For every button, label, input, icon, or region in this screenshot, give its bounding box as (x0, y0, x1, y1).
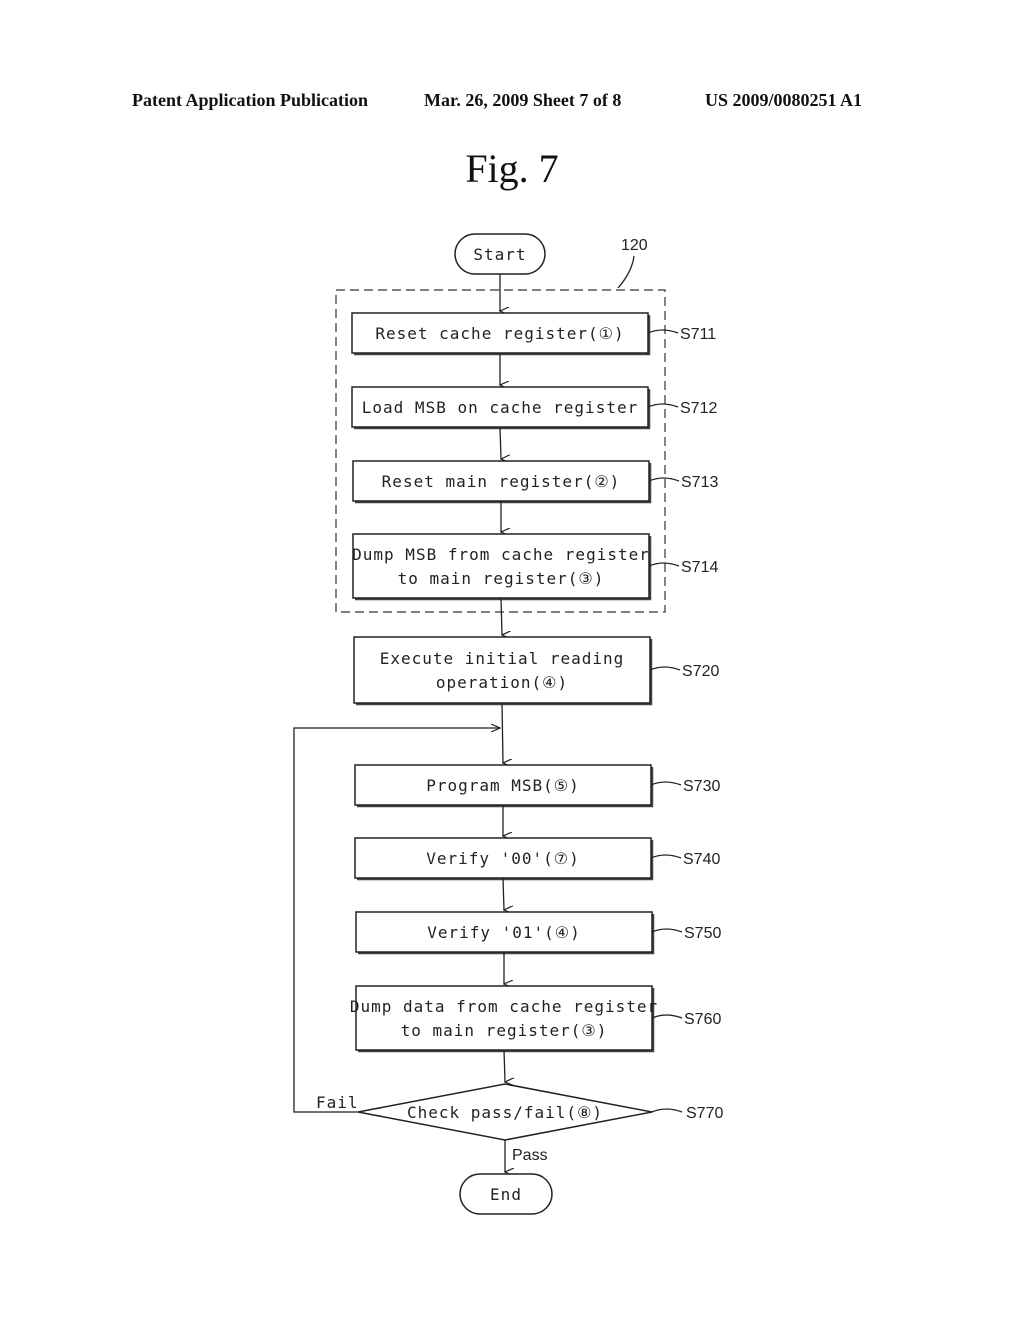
decision-text: Check pass/fail(⑧) (407, 1103, 603, 1122)
start-label: Start (473, 245, 526, 264)
arrow-s760-to-decision (503, 1049, 505, 1082)
step-s714-ref: S714 (681, 559, 718, 576)
step-s711-ref-leader (647, 329, 679, 334)
step-s712-text: Load MSB on cache register (362, 398, 638, 417)
step-s714-box (352, 533, 650, 599)
step-s740-ref: S740 (683, 851, 720, 868)
step-s740-ref-leader (650, 854, 682, 859)
step-s713-ref: S713 (681, 474, 718, 491)
group-120-ref: 120 (621, 237, 648, 254)
step-s711-text: Reset cache register(①) (375, 324, 624, 343)
step-s714-text: to main register(③) (398, 569, 605, 588)
decision-ref-leader (651, 1108, 683, 1113)
step-s730-ref: S730 (683, 778, 720, 795)
arrow-s714-to-next (500, 597, 502, 635)
step-s760-ref: S760 (684, 1011, 721, 1028)
arrow-s740-to-next (502, 877, 504, 910)
step-s750-ref-leader (651, 928, 683, 933)
step-s760-text: Dump data from cache register (350, 997, 658, 1016)
step-s714-ref-leader (648, 562, 680, 567)
step-s730-text: Program MSB(⑤) (426, 776, 580, 795)
flowchart: 120 Start Reset cache register(①) S711 Loa… (293, 233, 723, 1215)
arrow-s712-to-next (499, 426, 501, 459)
group-120-leader (617, 255, 635, 289)
step-s750-ref: S750 (684, 925, 721, 942)
step-s720-text: Execute initial reading (380, 649, 625, 668)
step-s712-ref-leader (647, 403, 679, 408)
fail-label: Fail (316, 1093, 359, 1112)
step-s712-ref: S712 (680, 400, 717, 417)
step-s713-text: Reset main register(②) (382, 472, 621, 491)
end-label: End (490, 1185, 522, 1204)
step-s750-text: Verify '01'(④) (427, 923, 581, 942)
step-s713-ref-leader (648, 477, 680, 482)
step-s711-ref: S711 (680, 326, 716, 343)
step-s720-ref-leader (649, 666, 681, 671)
decision-ref: S770 (686, 1105, 723, 1122)
arrow-s720-to-next (501, 702, 503, 763)
step-s730-ref-leader (650, 781, 682, 786)
step-s760-box (355, 985, 653, 1051)
step-s760-text: to main register(③) (401, 1021, 608, 1040)
step-s740-text: Verify '00'(⑦) (426, 849, 580, 868)
step-s720-text: operation(④) (436, 673, 568, 692)
step-s720-box (353, 636, 651, 704)
step-s720-ref: S720 (682, 663, 719, 680)
pass-label: Pass (512, 1147, 548, 1164)
step-s714-text: Dump MSB from cache register (352, 545, 650, 564)
